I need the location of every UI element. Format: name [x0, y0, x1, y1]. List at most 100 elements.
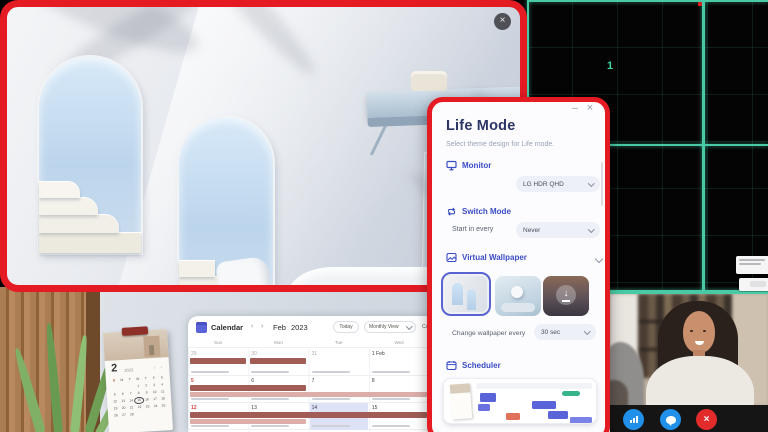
calendar-date[interactable]: 29	[191, 351, 197, 357]
thumb-scene	[445, 276, 487, 312]
weekday-initial: F	[150, 376, 158, 381]
virtual-wallpaper-section-label: Virtual Wallpaper	[446, 252, 527, 263]
tooltip-text-line	[739, 259, 765, 261]
calendar-date[interactable]: 8	[372, 378, 375, 384]
chevron-down-icon[interactable]	[595, 255, 603, 263]
mini-day: 18	[159, 396, 167, 401]
more-events-text-line[interactable]	[372, 371, 410, 373]
mini-day: 28	[128, 412, 136, 417]
arched-niche-right	[179, 117, 273, 292]
mini-arch	[467, 289, 476, 310]
calendar-date[interactable]: 1 Feb	[372, 351, 385, 357]
calendar-date[interactable]: 7	[312, 378, 315, 384]
calendar-event[interactable]	[190, 358, 246, 364]
next-month-icon[interactable]: ›	[261, 323, 263, 330]
start-in-every-dropdown[interactable]: Never	[516, 222, 600, 238]
calendar-event[interactable]	[190, 419, 307, 424]
grid-cell-label: 1	[607, 60, 613, 72]
chat-bubble-icon	[666, 416, 676, 424]
mini-day: 10	[151, 390, 159, 395]
monitor-label: Monitor	[462, 161, 491, 170]
tooltip-button[interactable]	[750, 281, 766, 287]
more-events-text-line[interactable]	[312, 398, 350, 400]
mini-day: 19	[111, 406, 119, 411]
weekday-initial: S	[158, 375, 166, 380]
monitor-section-label: Monitor	[446, 160, 491, 171]
step	[39, 215, 119, 233]
tooltip-button-box[interactable]	[739, 278, 768, 291]
prev-month-icon[interactable]: ‹	[251, 323, 253, 330]
change-wallpaper-dropdown[interactable]: 30 sec	[534, 324, 596, 340]
calendar-date[interactable]: 12	[191, 405, 197, 411]
end-call-x-icon: ×	[704, 415, 710, 425]
wallpaper-thumb-2[interactable]	[495, 276, 541, 316]
mini-header	[476, 383, 592, 389]
mini-event	[570, 417, 592, 424]
calendar-date[interactable]: 5	[191, 378, 194, 384]
scheduler-preview-thumb[interactable]	[443, 378, 597, 424]
calendar-event[interactable]	[190, 385, 307, 391]
today-button[interactable]: Today	[333, 321, 359, 333]
more-events-text-line[interactable]	[191, 425, 229, 427]
close-icon[interactable]: ×	[584, 103, 596, 115]
calendar-date[interactable]: 6	[251, 378, 254, 384]
more-events-text-line[interactable]	[251, 371, 289, 373]
wallpaper-thumb-selected[interactable]	[441, 272, 491, 316]
mini-day: 3	[150, 383, 158, 388]
calendar-date[interactable]: 30	[251, 351, 257, 357]
mini-day: 23	[143, 404, 151, 409]
screenshot-stage: × 1 2 2023 ‹	[0, 0, 768, 432]
change-wallpaper-value: 30 sec	[541, 329, 560, 336]
calendar-icon	[446, 360, 457, 371]
grid-line	[702, 0, 705, 295]
calendar-date[interactable]: 13	[251, 405, 257, 411]
calendar-event[interactable]	[190, 412, 427, 418]
desk-paper-calendar: 2 2023 ‹ › SMTWTFS1234567891011121314151…	[103, 329, 173, 432]
minimize-icon[interactable]: –	[569, 104, 581, 116]
end-call-button[interactable]: ×	[696, 409, 717, 430]
thumb-ball	[511, 286, 523, 298]
chat-button[interactable]	[660, 409, 681, 430]
more-events-text-line[interactable]	[191, 398, 229, 400]
day-header: Sun	[188, 340, 248, 345]
more-events-text-line[interactable]	[372, 425, 410, 427]
mini-day: 25	[159, 403, 167, 408]
chevron-down-icon	[406, 323, 412, 329]
mini-day: 5	[111, 392, 119, 397]
artwork-item	[149, 345, 155, 355]
panel-title: Life Mode	[446, 118, 515, 134]
weekday-initial: M	[118, 378, 126, 383]
calendar-event[interactable]	[250, 358, 306, 364]
more-events-text-line[interactable]	[312, 371, 350, 373]
arched-niche-left	[39, 57, 141, 253]
more-events-text-line[interactable]	[251, 398, 289, 400]
scrollbar[interactable]	[601, 162, 603, 206]
mini-day: 22	[135, 405, 143, 410]
more-events-text-line[interactable]	[191, 371, 229, 373]
mini-day: 9	[143, 390, 151, 395]
monitor-dropdown[interactable]: LG HDR QHD	[516, 176, 600, 192]
life-mode-panel: – × Life Mode Select theme design for Li…	[427, 97, 610, 432]
download-icon-base	[562, 300, 570, 302]
more-events-text-line[interactable]	[372, 398, 410, 400]
monitor-icon	[446, 160, 457, 171]
close-icon[interactable]: ×	[494, 13, 511, 30]
cup	[411, 71, 447, 91]
scheduler-section-label: Scheduler	[446, 360, 501, 371]
mini-event	[480, 393, 496, 402]
more-events-text-line[interactable]	[251, 425, 289, 427]
change-wallpaper-label: Change wallpaper every	[452, 330, 525, 337]
step	[39, 233, 141, 253]
step	[179, 261, 215, 277]
switch-mode-label: Switch Mode	[462, 207, 511, 216]
calendar-date[interactable]: 31	[312, 351, 318, 357]
view-dropdown[interactable]: Monthly View	[364, 321, 416, 333]
calendar-date[interactable]: 15	[372, 405, 378, 411]
network-stats-button[interactable]	[623, 409, 644, 430]
more-events-text-line[interactable]	[312, 425, 350, 427]
call-controls-bar: ×	[610, 405, 768, 432]
calendar-date[interactable]: 14	[312, 405, 318, 411]
grid-line	[527, 0, 768, 2]
wallpaper-thumb-download[interactable]: ↓	[543, 276, 589, 316]
picture-icon	[446, 252, 457, 263]
